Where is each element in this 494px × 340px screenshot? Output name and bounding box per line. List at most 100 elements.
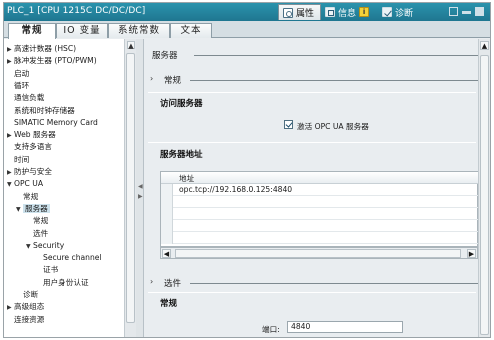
nav-item[interactable]: ▶ 高速计数器 (HSC) xyxy=(7,43,76,55)
address-table: 地址 opc.tcp://192.168.0.125:4840 xyxy=(160,171,478,247)
table-scroll-thumb[interactable] xyxy=(175,249,461,258)
address-cell[interactable]: opc.tcp://192.168.0.125:4840 xyxy=(179,185,292,194)
nav-item[interactable]: 诊断 xyxy=(16,289,38,301)
inspector-window: PLC_1 [CPU 1215C DC/DC/DC] 属性 信息 i 诊断 常规… xyxy=(3,2,491,338)
nav-item-label: 高级组态 xyxy=(14,302,45,312)
content-pane: 服务器 › 常规 访问服务器 激活 OPC UA 服务器 服务器地址 地址 op… xyxy=(144,39,478,337)
section-options[interactable]: 选件 xyxy=(164,277,181,289)
port-input[interactable]: 4840 xyxy=(287,321,403,333)
page-title: 服务器 xyxy=(152,51,178,61)
server-address-heading: 服务器地址 xyxy=(160,150,203,160)
scroll-up-icon[interactable]: ▲ xyxy=(480,41,489,50)
nav-item[interactable]: ▼ Security xyxy=(26,240,64,252)
nav-item[interactable]: 循环 xyxy=(7,80,29,92)
nav-item-label: 高速计数器 (HSC) xyxy=(14,44,77,53)
content-scrollbar[interactable]: ▲ xyxy=(478,39,490,337)
tab-diagnostics-label: 诊断 xyxy=(395,8,414,19)
nav-item[interactable]: ▶ 脉冲发生器 (PTO/PWM) xyxy=(7,55,97,67)
collapsed-arrow-icon[interactable]: ▶ xyxy=(7,302,14,314)
diagnostics-icon xyxy=(382,7,393,17)
tab-properties[interactable]: 属性 xyxy=(278,4,322,20)
nav-item-label: 诊断 xyxy=(23,290,39,299)
minimize-icon[interactable] xyxy=(462,11,471,14)
nav-item-label: 服务器 xyxy=(23,203,50,213)
scroll-left-icon[interactable]: ◀ xyxy=(162,249,171,258)
pane-splitter[interactable]: ◀ ▶ xyxy=(136,39,144,337)
nav-item-label: Web 服务器 xyxy=(14,130,56,140)
table-hscrollbar[interactable]: ◀ ▶ xyxy=(160,247,478,259)
tab-system-constants[interactable]: 系统常数 xyxy=(108,23,170,38)
port-label: 端口: xyxy=(262,325,280,334)
nav-item[interactable]: Secure channel xyxy=(36,252,102,264)
table-row[interactable] xyxy=(161,220,478,232)
tab-io-tags[interactable]: IO 变量 xyxy=(56,23,108,38)
property-tabstrip: 常规 IO 变量 系统常数 文本 xyxy=(4,21,490,39)
nav-scrollbar[interactable]: ▲ xyxy=(124,39,136,337)
tab-info[interactable]: 信息 i xyxy=(321,4,378,20)
expanded-arrow-icon[interactable]: ▼ xyxy=(16,204,23,216)
nav-item-label: 选件 xyxy=(33,228,49,238)
nav-item[interactable]: ▼ OPC UA xyxy=(7,178,43,190)
nav-item-label: 证书 xyxy=(43,265,59,275)
scroll-right-icon[interactable]: ▶ xyxy=(467,249,476,258)
collapsed-arrow-icon[interactable]: ▶ xyxy=(7,130,14,142)
chevron-right-icon[interactable]: › xyxy=(150,277,153,286)
activate-opcua-label: 激活 OPC UA 服务器 xyxy=(297,122,369,131)
nav-item-label: 防护与安全 xyxy=(14,167,52,176)
table-row[interactable] xyxy=(161,196,478,208)
restore-icon[interactable] xyxy=(449,7,458,16)
chevron-right-icon[interactable]: › xyxy=(150,74,153,83)
nav-item-label: 用户身份认证 xyxy=(43,277,89,287)
tab-texts[interactable]: 文本 xyxy=(170,23,212,38)
collapsed-arrow-icon[interactable]: ▶ xyxy=(7,167,14,179)
expanded-arrow-icon[interactable]: ▼ xyxy=(7,179,14,191)
activate-opcua-checkbox[interactable] xyxy=(284,120,293,129)
info-icon xyxy=(325,7,336,17)
collapsed-arrow-icon[interactable]: ▶ xyxy=(7,56,14,68)
tab-general[interactable]: 常规 xyxy=(8,23,56,39)
collapse-right-icon[interactable]: ▶ xyxy=(138,194,143,200)
title-divider xyxy=(194,55,478,56)
tab-diagnostics[interactable]: 诊断 xyxy=(378,4,419,20)
nav-item[interactable]: 通信负载 xyxy=(7,92,44,104)
nav-item[interactable]: 启动 xyxy=(7,68,29,80)
content-scroll-thumb[interactable] xyxy=(480,55,489,335)
info-badge-icon: i xyxy=(359,7,370,17)
nav-item[interactable]: 时间 xyxy=(7,154,29,166)
nav-item[interactable]: 支持多语言 xyxy=(7,141,52,153)
nav-item[interactable]: SIMATIC Memory Card xyxy=(7,117,98,129)
title-bar: PLC_1 [CPU 1215C DC/DC/DC] 属性 信息 i 诊断 xyxy=(4,3,490,21)
collapse-left-icon[interactable]: ◀ xyxy=(138,184,143,190)
nav-item[interactable]: 常规 xyxy=(26,215,48,227)
panel-separator xyxy=(148,142,476,143)
maximize-icon[interactable] xyxy=(475,7,484,16)
nav-item[interactable]: 系统和时钟存储器 xyxy=(7,105,75,117)
inspector-tabs: 属性 信息 i 诊断 xyxy=(278,4,419,20)
tab-info-label: 信息 xyxy=(338,8,357,19)
nav-item[interactable]: ▶ 防护与安全 xyxy=(7,166,52,178)
nav-item[interactable]: 证书 xyxy=(36,264,58,276)
expanded-arrow-icon[interactable]: ▼ xyxy=(26,241,33,253)
nav-item[interactable]: 用户身份认证 xyxy=(36,277,89,289)
nav-item[interactable]: ▶ 高级组态 xyxy=(7,301,44,313)
nav-item-label: 常规 xyxy=(33,216,49,226)
table-row[interactable]: opc.tcp://192.168.0.125:4840 xyxy=(161,184,478,196)
nav-item[interactable]: ▶ Web 服务器 xyxy=(7,129,56,141)
table-row[interactable] xyxy=(161,232,478,244)
nav-item[interactable]: ▼ 服务器 xyxy=(16,203,50,215)
nav-item[interactable]: 常规 xyxy=(16,191,38,203)
window-title: PLC_1 [CPU 1215C DC/DC/DC] xyxy=(7,6,146,16)
nav-item-label: SIMATIC Memory Card xyxy=(14,117,98,127)
nav-item-label: 常规 xyxy=(23,191,39,201)
section-general[interactable]: 常规 xyxy=(164,74,181,86)
nav-scroll-thumb[interactable] xyxy=(126,53,135,323)
nav-item-label: 循环 xyxy=(14,80,30,90)
nav-item-label: 支持多语言 xyxy=(14,142,52,152)
nav-item-label: OPC UA xyxy=(14,179,44,189)
access-server-heading: 访问服务器 xyxy=(160,99,203,109)
collapsed-arrow-icon[interactable]: ▶ xyxy=(7,44,14,56)
nav-item[interactable]: 选件 xyxy=(26,228,48,240)
nav-item[interactable]: 连接资源 xyxy=(7,314,44,326)
table-row[interactable] xyxy=(161,208,478,220)
scroll-up-icon[interactable]: ▲ xyxy=(127,41,135,50)
